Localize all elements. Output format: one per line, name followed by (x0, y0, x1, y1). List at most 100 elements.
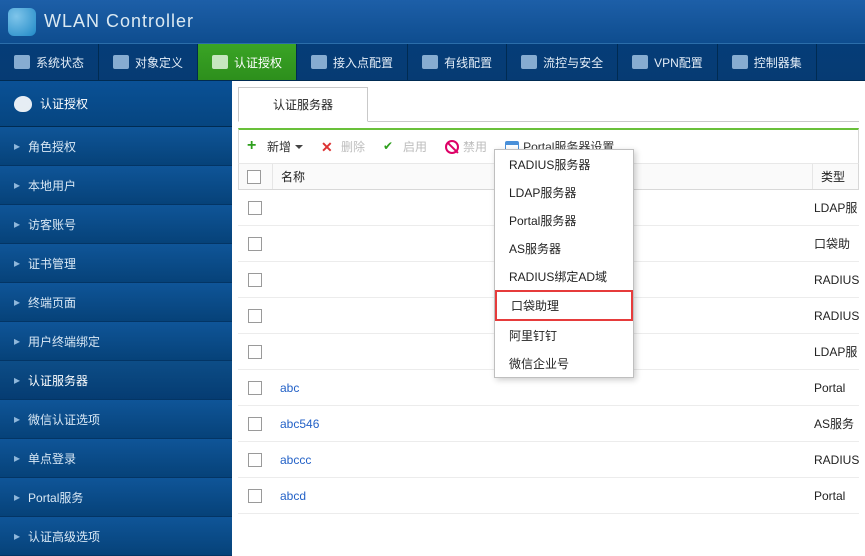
nav-label: 接入点配置 (333, 54, 393, 71)
nav-label: VPN配置 (654, 54, 703, 71)
topnav-item[interactable]: 系统状态 (0, 44, 99, 80)
dropdown-item[interactable]: RADIUS绑定AD域 (495, 262, 633, 290)
row-type: RADIUS (814, 453, 859, 467)
checkbox-icon (248, 381, 262, 395)
row-checkbox[interactable] (238, 237, 272, 251)
sidebar-item[interactable]: ▸角色授权 (0, 127, 232, 166)
top-nav: 系统状态对象定义认证授权 接入点配置有线配置流控与安全 VPN配置控制器集 (0, 43, 865, 81)
row-checkbox[interactable] (238, 273, 272, 287)
dropdown-item[interactable]: LDAP服务器 (495, 178, 633, 206)
row-checkbox[interactable] (238, 489, 272, 503)
topnav-item[interactable]: 对象定义 (99, 44, 198, 80)
checkbox-icon (248, 453, 262, 467)
sidebar-item[interactable]: ▸本地用户 (0, 166, 232, 205)
tab-bar: 认证服务器 (238, 87, 859, 122)
dropdown-item[interactable]: 口袋助理 (495, 290, 633, 321)
sidebar-item-label: Portal服务 (28, 489, 83, 506)
row-checkbox[interactable] (238, 309, 272, 323)
sidebar-item[interactable]: ▸认证高级选项 (0, 517, 232, 556)
chevron-right-icon: ▸ (14, 529, 20, 543)
row-name[interactable]: abccc (272, 453, 814, 467)
topnav-item[interactable]: 认证授权 (198, 44, 297, 80)
product-name: WLAN Controller (44, 11, 194, 32)
checkbox-icon (247, 170, 261, 184)
row-checkbox[interactable] (238, 345, 272, 359)
sidebar-item-label: 认证服务器 (28, 372, 88, 389)
chevron-right-icon: ▸ (14, 334, 20, 348)
ban-icon (445, 140, 459, 154)
topnav-item[interactable]: 流控与安全 (507, 44, 618, 80)
row-type: LDAP服 (814, 343, 859, 360)
sidebar-item[interactable]: ▸Portal服务 (0, 478, 232, 517)
nav-icon (632, 55, 648, 69)
checkbox-icon (248, 309, 262, 323)
sidebar-item-label: 终端页面 (28, 294, 76, 311)
row-type: RADIUS (814, 273, 859, 287)
nav-icon (311, 55, 327, 69)
row-type: 口袋助 (814, 235, 859, 252)
dropdown-item[interactable]: 微信企业号 (495, 349, 633, 377)
sidebar-item-label: 用户终端绑定 (28, 333, 100, 350)
sidebar-item[interactable]: ▸访客账号 (0, 205, 232, 244)
content-area: 认证服务器 + 新增 ✕ 删除 ✔ 启用 禁用 Portal服务器设置 (232, 81, 865, 554)
row-checkbox[interactable] (238, 453, 272, 467)
chevron-right-icon: ▸ (14, 412, 20, 426)
add-button[interactable]: + 新增 (247, 138, 303, 155)
chevron-right-icon: ▸ (14, 295, 20, 309)
row-name[interactable]: abc546 (272, 417, 814, 431)
sidebar-item[interactable]: ▸ 用户终端绑定 (0, 322, 232, 361)
row-checkbox[interactable] (238, 201, 272, 215)
sidebar: 认证授权 ▸角色授权▸本地用户▸访客账号▸证书管理▸终端页面▸用户终端绑定▸认证… (0, 81, 232, 554)
enable-button[interactable]: ✔ 启用 (383, 138, 427, 155)
checkbox-icon (248, 489, 262, 503)
sidebar-item[interactable]: ▸ 终端页面 (0, 283, 232, 322)
nav-icon (732, 55, 748, 69)
chevron-right-icon: ▸ (14, 373, 20, 387)
topnav-item[interactable]: 接入点配置 (297, 44, 408, 80)
add-label: 新增 (267, 138, 291, 155)
sidebar-item[interactable]: ▸单点登录 (0, 439, 232, 478)
dropdown-item[interactable]: Portal服务器 (495, 206, 633, 234)
sidebar-item-label: 单点登录 (28, 450, 76, 467)
tab-auth-server[interactable]: 认证服务器 (238, 87, 368, 122)
header-type[interactable]: 类型 (813, 164, 858, 189)
row-type: RADIUS (814, 309, 859, 323)
topnav-item[interactable]: 控制器集 (718, 44, 817, 80)
plus-icon: + (247, 139, 263, 155)
topnav-item[interactable]: VPN配置 (618, 44, 718, 80)
row-checkbox[interactable] (238, 381, 272, 395)
dropdown-item[interactable]: RADIUS服务器 (495, 150, 633, 178)
chevron-right-icon: ▸ (14, 139, 20, 153)
sidebar-item[interactable]: ▸证书管理 (0, 244, 232, 283)
nav-icon (422, 55, 438, 69)
sidebar-item[interactable]: ▸微信认证选项 (0, 400, 232, 439)
row-name[interactable]: abc (272, 381, 814, 395)
dropdown-item[interactable]: 阿里钉钉 (495, 321, 633, 349)
add-dropdown-menu: RADIUS服务器LDAP服务器Portal服务器AS服务器RADIUS绑定AD… (494, 149, 634, 378)
sidebar-item-label: 证书管理 (28, 255, 76, 272)
disable-button[interactable]: 禁用 (445, 138, 487, 155)
topnav-item[interactable]: 有线配置 (408, 44, 507, 80)
header-checkbox-col[interactable] (239, 164, 273, 189)
logo-icon (8, 8, 36, 36)
table-row[interactable]: abc546AS服务 (238, 406, 859, 442)
table-row[interactable]: abcccRADIUS (238, 442, 859, 478)
row-name[interactable]: abcd (272, 489, 814, 503)
checkbox-icon (248, 417, 262, 431)
user-icon (14, 96, 32, 112)
delete-icon: ✕ (321, 139, 337, 155)
sidebar-item[interactable]: ▸ 认证服务器 (0, 361, 232, 400)
delete-label: 删除 (341, 138, 365, 155)
row-type: Portal (814, 381, 859, 395)
row-type: AS服务 (814, 415, 859, 432)
row-checkbox[interactable] (238, 417, 272, 431)
sidebar-title: 认证授权 (0, 81, 232, 127)
sidebar-item-label: 访客账号 (28, 216, 76, 233)
checkbox-icon (248, 345, 262, 359)
app-header: WLAN Controller (0, 0, 865, 43)
nav-label: 系统状态 (36, 54, 84, 71)
delete-button[interactable]: ✕ 删除 (321, 138, 365, 155)
dropdown-item[interactable]: AS服务器 (495, 234, 633, 262)
table-row[interactable]: abcdPortal (238, 478, 859, 514)
sidebar-item-label: 本地用户 (28, 177, 76, 194)
